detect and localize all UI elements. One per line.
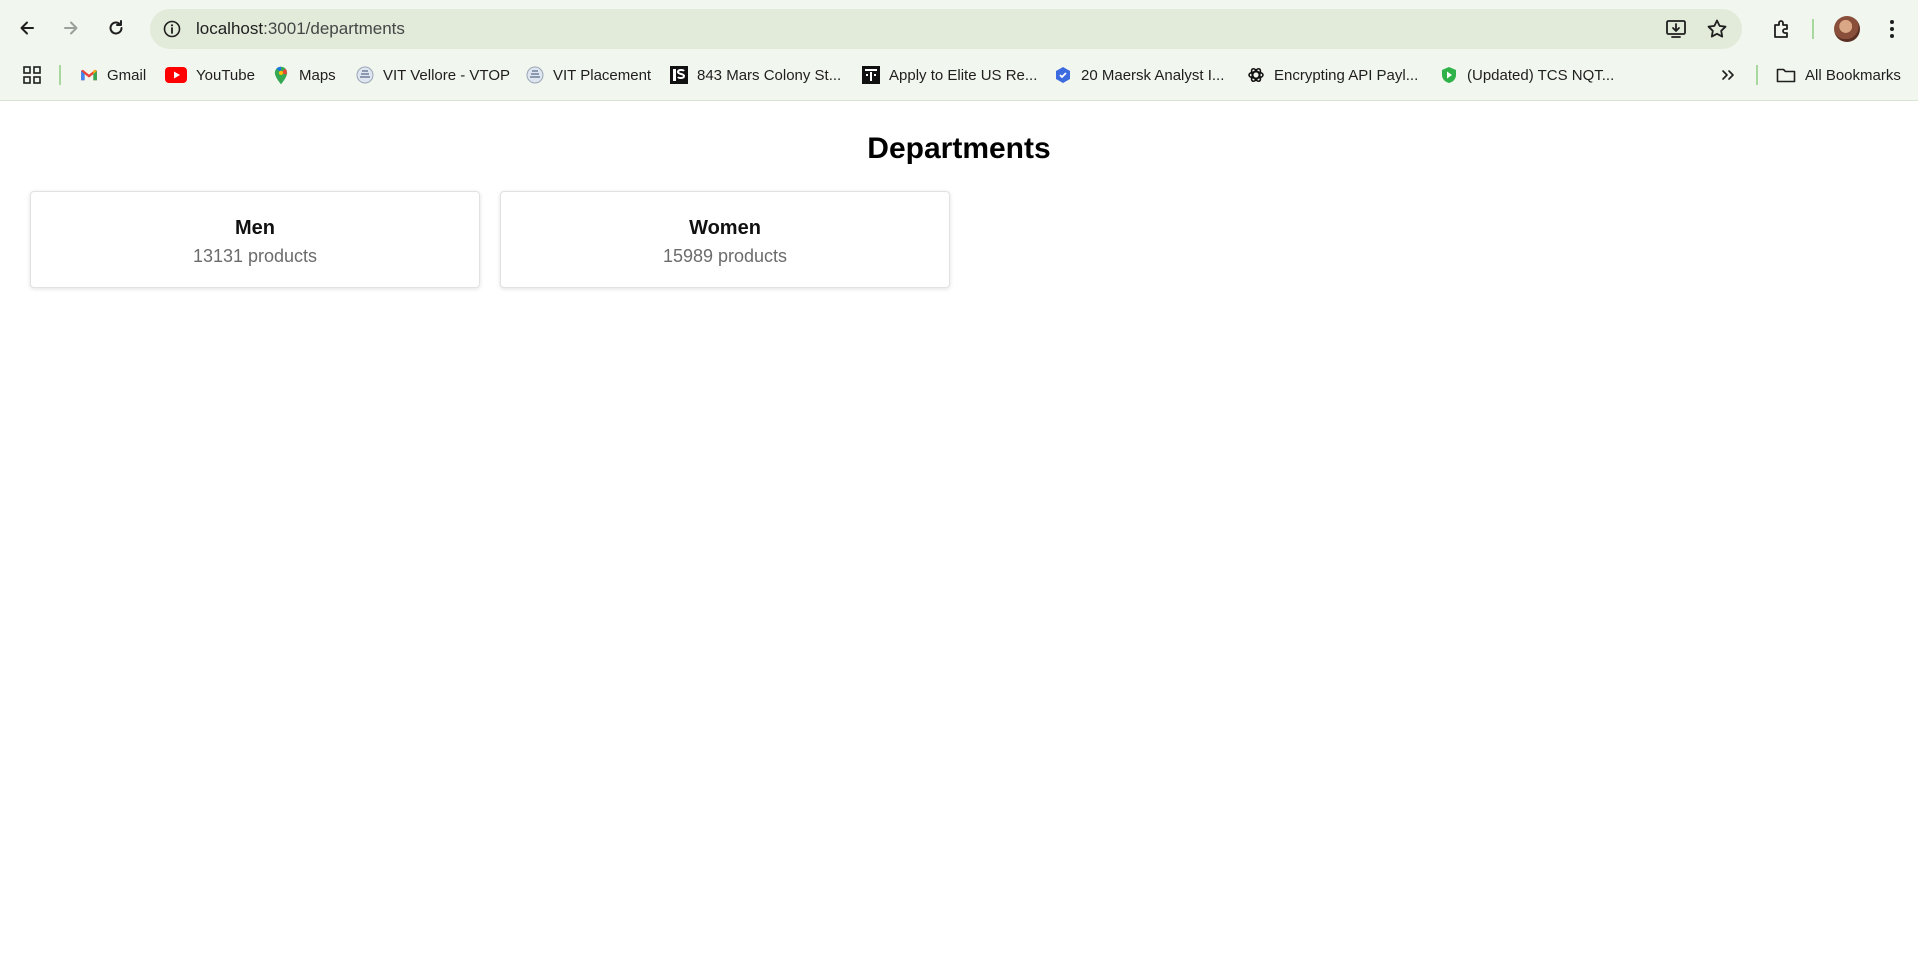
page-title: Departments [867, 132, 1051, 165]
forward-arrow-icon [64, 21, 78, 35]
bookmark-vit-vtop[interactable]: VIT Vellore - VTOP [356, 64, 510, 86]
url-path: :3001/departments [263, 19, 405, 38]
url-host: localhost [196, 19, 264, 38]
puzzle-icon [1774, 20, 1788, 38]
department-name: Men [235, 217, 275, 239]
bookmark-encrypting-api[interactable]: Encrypting API Payl... [1247, 64, 1418, 86]
bookmark-label: YouTube [196, 66, 255, 84]
bookmark-label: Encrypting API Payl... [1274, 66, 1419, 84]
apply-icon [862, 66, 880, 84]
apps-grid-icon [23, 66, 41, 84]
gmail-icon [80, 66, 98, 84]
bookmark-maersk[interactable]: 20 Maersk Analyst I... [1054, 64, 1224, 86]
apps-button[interactable] [22, 64, 42, 86]
is-icon [670, 66, 688, 84]
department-name: Women [689, 217, 761, 239]
url-text[interactable]: localhost:3001/departments [196, 19, 405, 39]
bookmark-youtube[interactable]: YouTube [165, 64, 255, 86]
menu-button[interactable] [1877, 14, 1907, 44]
shield-icon [1440, 66, 1458, 84]
profile-avatar[interactable] [1834, 16, 1860, 42]
all-bookmarks-button[interactable]: All Bookmarks [1776, 64, 1901, 86]
bookmark-maps[interactable]: Maps [272, 64, 336, 86]
bookmark-label: 20 Maersk Analyst I... [1081, 66, 1225, 84]
bookmark-label: Maps [299, 66, 336, 84]
bookmark-gmail[interactable]: Gmail [80, 64, 146, 86]
navigation-bar: localhost:3001/departments [0, 0, 1918, 58]
address-bar[interactable]: localhost:3001/departments [150, 9, 1742, 49]
bookmark-label: 843 Mars Colony St... [697, 66, 842, 84]
bookmark-label: VIT Placement [553, 66, 652, 84]
more-vertical-icon [1890, 20, 1894, 38]
bookmark-mars-colony[interactable]: 843 Mars Colony St... [670, 64, 841, 86]
install-app-icon[interactable] [1664, 17, 1688, 41]
back-button[interactable] [9, 10, 45, 46]
back-arrow-icon [20, 21, 34, 35]
bookmark-apply-elite[interactable]: Apply to Elite US Re... [862, 64, 1037, 86]
toolbar-divider [1812, 19, 1814, 39]
all-bookmarks-label: All Bookmarks [1805, 66, 1901, 84]
department-product-count: 15989 products [662, 246, 788, 266]
department-card-men[interactable]: Men 13131 products [30, 191, 480, 288]
bookmark-label: (Updated) TCS NQT... [1467, 66, 1615, 84]
forward-button[interactable] [53, 10, 89, 46]
reload-button[interactable] [98, 10, 134, 46]
bookmark-label: Gmail [107, 66, 147, 84]
youtube-icon [165, 66, 187, 84]
site-info-icon[interactable] [162, 19, 182, 39]
openai-icon [1247, 66, 1265, 84]
reload-icon [109, 20, 123, 35]
double-chevron-right-icon [1722, 70, 1734, 80]
bookmarks-divider [59, 65, 61, 85]
department-product-count: 13131 products [192, 246, 318, 266]
bookmark-label: Apply to Elite US Re... [889, 66, 1038, 84]
vit-icon [526, 66, 544, 84]
folder-icon [1776, 66, 1796, 84]
bookmark-tcs-nqt[interactable]: (Updated) TCS NQT... [1440, 64, 1614, 86]
bookmarks-divider [1756, 65, 1758, 85]
browser-chrome: localhost:3001/departments Gmail YouTube… [0, 0, 1918, 101]
bookmarks-bar: Gmail YouTube Maps VIT Vellore - VTOP VI… [0, 58, 1918, 92]
bookmark-label: VIT Vellore - VTOP [383, 66, 510, 84]
bookmark-vit-placement[interactable]: VIT Placement [526, 64, 651, 86]
vit-icon [356, 66, 374, 84]
maps-icon [272, 66, 290, 84]
department-card-women[interactable]: Women 15989 products [500, 191, 950, 288]
bookmarks-overflow-button[interactable] [1720, 64, 1736, 86]
maersk-icon [1054, 66, 1072, 84]
bookmark-star-icon[interactable] [1705, 17, 1729, 41]
extensions-button[interactable] [1767, 14, 1797, 44]
